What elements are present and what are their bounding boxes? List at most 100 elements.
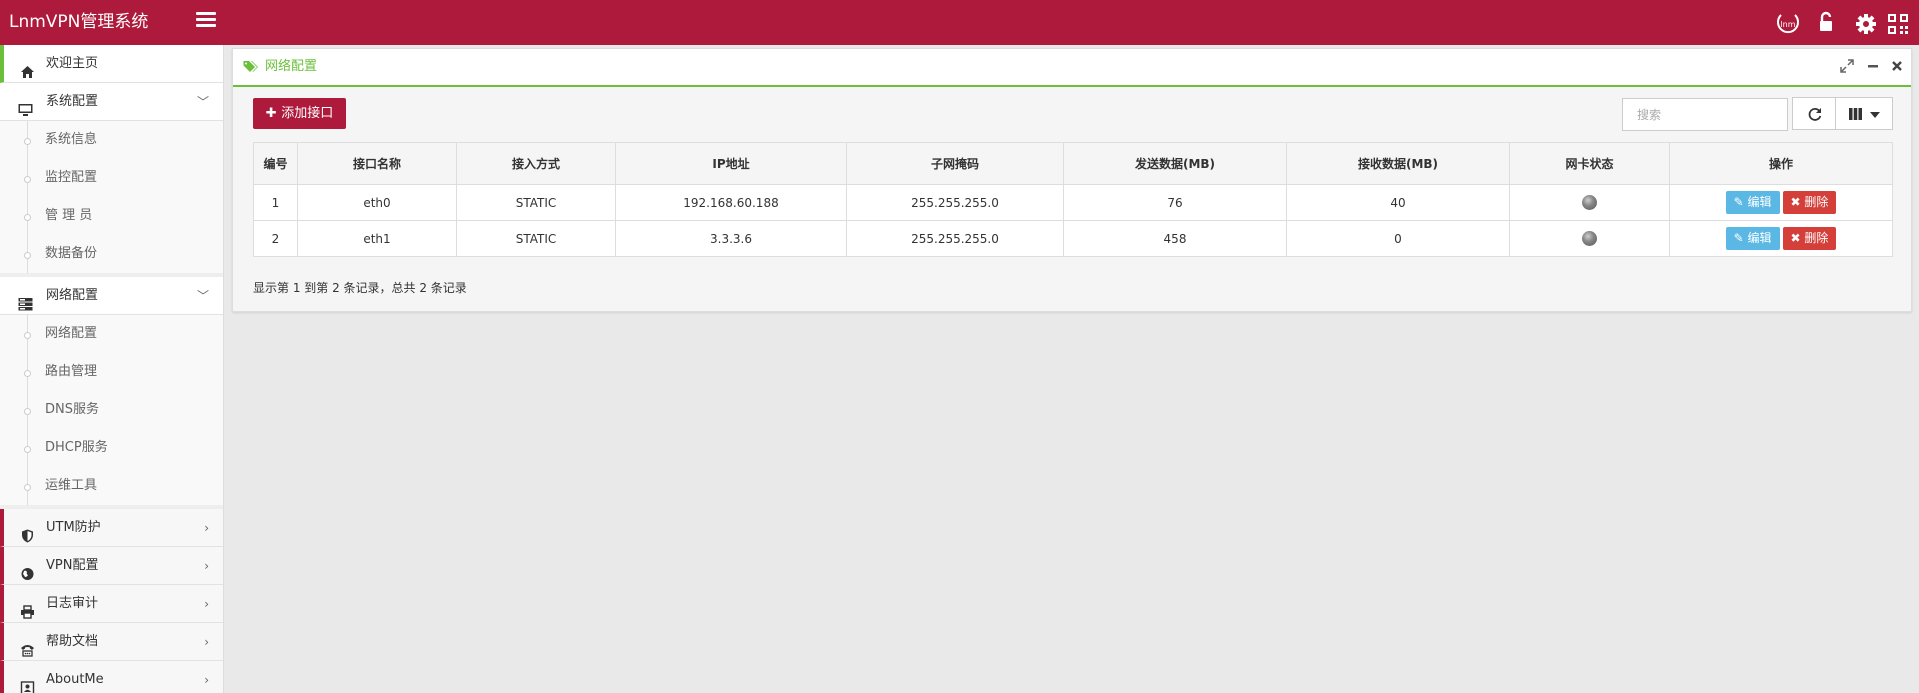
pagination-info: 显示第 1 到第 2 条记录，总共 2 条记录: [253, 281, 467, 295]
qrcode-icon[interactable]: [1885, 10, 1911, 36]
edit-button[interactable]: ✎ 编辑: [1725, 227, 1780, 250]
sidebar-subitem[interactable]: 监控配置: [0, 159, 223, 197]
sidebar-submenu-system: 系统信息 监控配置 管 理 员 数据备份: [0, 121, 223, 273]
sidebar-item-label: 帮助文档: [46, 634, 99, 649]
shield-icon: [20, 521, 35, 543]
sidebar-subitem[interactable]: 系统信息: [0, 121, 223, 159]
print-icon: [20, 597, 35, 619]
unlock-icon[interactable]: [1813, 10, 1839, 36]
menu-toggle-icon[interactable]: [196, 12, 216, 32]
widget-header: 网络配置: [233, 49, 1911, 87]
sidebar-item-home[interactable]: 欢迎主页: [0, 45, 223, 83]
fullscreen-icon[interactable]: [1839, 58, 1855, 74]
cell-tx: 76: [1063, 184, 1287, 221]
sidebar-submenu-network: 网络配置 路由管理 DNS服务 DHCP服务 运维工具: [0, 315, 223, 505]
globe-icon: [20, 559, 35, 580]
sidebar-item-label: 欢迎主页: [46, 56, 99, 71]
sidebar-item-system[interactable]: 系统配置 ﹀: [0, 83, 223, 121]
plus-icon: ✚: [265, 106, 282, 121]
cell-name: eth1: [297, 220, 457, 257]
sidebar-subitem[interactable]: DHCP服务: [0, 429, 223, 467]
sidebar-subitem[interactable]: 路由管理: [0, 353, 223, 391]
cell-actions: ✎ 编辑 ✖ 删除: [1669, 184, 1893, 221]
cell-rx: 0: [1286, 220, 1510, 257]
status-dot-icon: [1582, 195, 1597, 210]
cell-rx: 40: [1286, 184, 1510, 221]
app-title[interactable]: LnmVPN管理系统: [9, 0, 148, 45]
columns-toggle-button[interactable]: [1835, 97, 1893, 130]
sidebar-subitem[interactable]: 运维工具: [0, 467, 223, 505]
sidebar-subitem[interactable]: 网络配置: [0, 315, 223, 353]
svg-text:lnm: lnm: [1780, 20, 1795, 29]
gear-icon[interactable]: [1853, 10, 1879, 36]
cell-id: 1: [253, 184, 298, 221]
phone-icon: [20, 635, 35, 657]
refresh-button[interactable]: [1792, 97, 1836, 130]
cell-status: [1509, 220, 1670, 257]
cell-id: 2: [253, 220, 298, 257]
sidebar-item-label: 系统配置: [46, 94, 99, 109]
delete-button[interactable]: ✖ 删除: [1782, 227, 1837, 250]
column-header[interactable]: 接口名称: [297, 142, 457, 185]
chevron-right-icon: ›: [204, 559, 209, 573]
search-input[interactable]: [1622, 98, 1788, 131]
sidebar-item-vpn[interactable]: VPN配置 ›: [0, 547, 223, 585]
remove-icon: ✖: [1790, 195, 1805, 209]
sidebar-item-network[interactable]: 网络配置 ﹀: [0, 277, 223, 315]
home-icon: [20, 57, 35, 78]
cell-mode: STATIC: [456, 220, 616, 257]
server-icon: [18, 289, 33, 311]
cell-actions: ✎ 编辑 ✖ 删除: [1669, 220, 1893, 257]
column-header[interactable]: IP地址: [615, 142, 847, 185]
sidebar-subitem[interactable]: 数据备份: [0, 235, 223, 273]
top-navbar: LnmVPN管理系统 lnm: [0, 0, 1919, 45]
lnm-logo-icon[interactable]: lnm: [1775, 10, 1801, 36]
edit-label: 编辑: [1747, 195, 1772, 209]
cell-ip: 3.3.3.6: [615, 220, 847, 257]
sidebar-item-log[interactable]: 日志审计 ›: [0, 585, 223, 623]
sidebar-item-label: 网络配置: [46, 288, 99, 303]
cell-ip: 192.168.60.188: [615, 184, 847, 221]
column-header[interactable]: 子网掩码: [846, 142, 1064, 185]
column-header[interactable]: 接入方式: [456, 142, 616, 185]
caret-down-icon: [1870, 112, 1880, 118]
edit-label: 编辑: [1747, 231, 1772, 245]
add-interface-button[interactable]: ✚ 添加接口: [253, 98, 346, 129]
add-interface-label: 添加接口: [281, 106, 334, 121]
column-header: 操作: [1669, 142, 1893, 185]
sidebar-item-label: AboutMe: [46, 672, 104, 687]
column-header[interactable]: 编号: [253, 142, 298, 185]
columns-icon: [1849, 108, 1862, 120]
minimize-icon[interactable]: [1865, 58, 1881, 74]
cell-tx: 458: [1063, 220, 1287, 257]
edit-button[interactable]: ✎ 编辑: [1725, 191, 1780, 214]
refresh-icon: [1808, 108, 1822, 121]
close-icon[interactable]: [1889, 58, 1905, 74]
delete-label: 删除: [1804, 231, 1829, 245]
delete-button[interactable]: ✖ 删除: [1782, 191, 1837, 214]
column-header[interactable]: 网卡状态: [1509, 142, 1670, 185]
cell-name: eth0: [297, 184, 457, 221]
sidebar-subitem[interactable]: 管 理 员: [0, 197, 223, 235]
sidebar-item-help[interactable]: 帮助文档 ›: [0, 623, 223, 661]
cell-status: [1509, 184, 1670, 221]
column-header[interactable]: 接收数据(MB): [1286, 142, 1510, 185]
interfaces-table: 编号 接口名称 接入方式 IP地址 子网掩码 发送数据(MB) 接收数据(MB)…: [253, 142, 1893, 257]
table-row: 1 eth0 STATIC 192.168.60.188 255.255.255…: [253, 184, 1893, 221]
chevron-right-icon: ›: [204, 673, 209, 687]
remove-icon: ✖: [1790, 231, 1805, 245]
cell-mode: STATIC: [456, 184, 616, 221]
sidebar-item-utm[interactable]: UTM防护 ›: [0, 509, 223, 547]
sidebar-item-label: UTM防护: [46, 520, 101, 535]
widget-title: 网络配置: [265, 59, 318, 74]
network-config-widget: 网络配置 ✚ 添加接口 编号 接口名称 接入方式 IP地址 子网掩码 发送数据(…: [232, 48, 1912, 312]
tags-icon: [243, 60, 259, 74]
sidebar-item-label: 日志审计: [46, 596, 99, 611]
column-header[interactable]: 发送数据(MB): [1063, 142, 1287, 185]
sidebar-item-label: VPN配置: [46, 558, 99, 573]
table-row: 2 eth1 STATIC 3.3.3.6 255.255.255.0 458 …: [253, 220, 1893, 257]
sidebar-subitem[interactable]: DNS服务: [0, 391, 223, 429]
sidebar-item-about[interactable]: AboutMe ›: [0, 661, 223, 693]
chevron-right-icon: ›: [204, 521, 209, 535]
table-header-row: 编号 接口名称 接入方式 IP地址 子网掩码 发送数据(MB) 接收数据(MB)…: [253, 142, 1893, 185]
